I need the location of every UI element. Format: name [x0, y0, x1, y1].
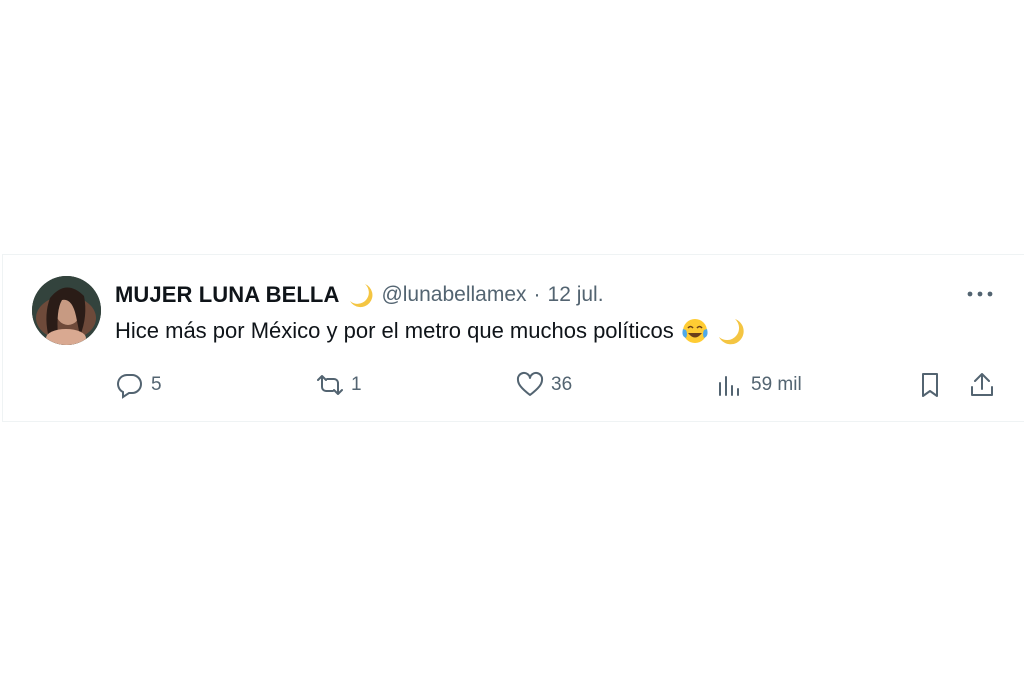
- tweet-header: MUJER LUNA BELLA @lunabellamex · 12 jul.: [115, 281, 604, 309]
- tweet-text: Hice más por México y por el metro que m…: [115, 318, 674, 343]
- tweet-actions: 5 1 36 59 mil: [115, 369, 1000, 401]
- share-button[interactable]: [967, 369, 997, 401]
- retweet-button[interactable]: 1: [315, 369, 362, 401]
- tweet-date[interactable]: 12 jul.: [548, 283, 604, 307]
- separator-dot: ·: [533, 283, 541, 306]
- crescent-moon-icon: [345, 281, 377, 309]
- views-button[interactable]: 59 mil: [715, 369, 802, 401]
- user-handle[interactable]: @lunabellamex: [381, 283, 526, 307]
- bookmark-icon: [915, 370, 945, 400]
- like-button[interactable]: 36: [515, 369, 572, 401]
- reply-icon: [115, 370, 145, 400]
- bookmark-button[interactable]: [915, 369, 945, 401]
- retweet-icon: [315, 370, 345, 400]
- face-with-tears-of-joy-icon: [680, 316, 710, 346]
- more-options-icon[interactable]: [966, 284, 994, 304]
- tweet-card[interactable]: MUJER LUNA BELLA @lunabellamex · 12 jul.…: [2, 254, 1024, 422]
- display-name[interactable]: MUJER LUNA BELLA: [115, 282, 339, 308]
- reply-button[interactable]: 5: [115, 369, 162, 401]
- views-bar-chart-icon: [715, 370, 745, 400]
- crescent-moon-icon: [716, 316, 746, 346]
- avatar-photo: [32, 276, 101, 345]
- heart-icon: [515, 370, 545, 400]
- views-count: 59 mil: [751, 374, 802, 395]
- reply-count: 5: [151, 374, 162, 395]
- tweet-body: Hice más por México y por el metro que m…: [115, 316, 746, 346]
- like-count: 36: [551, 374, 573, 395]
- retweet-count: 1: [351, 374, 362, 395]
- avatar[interactable]: [32, 276, 101, 345]
- share-icon: [967, 370, 997, 400]
